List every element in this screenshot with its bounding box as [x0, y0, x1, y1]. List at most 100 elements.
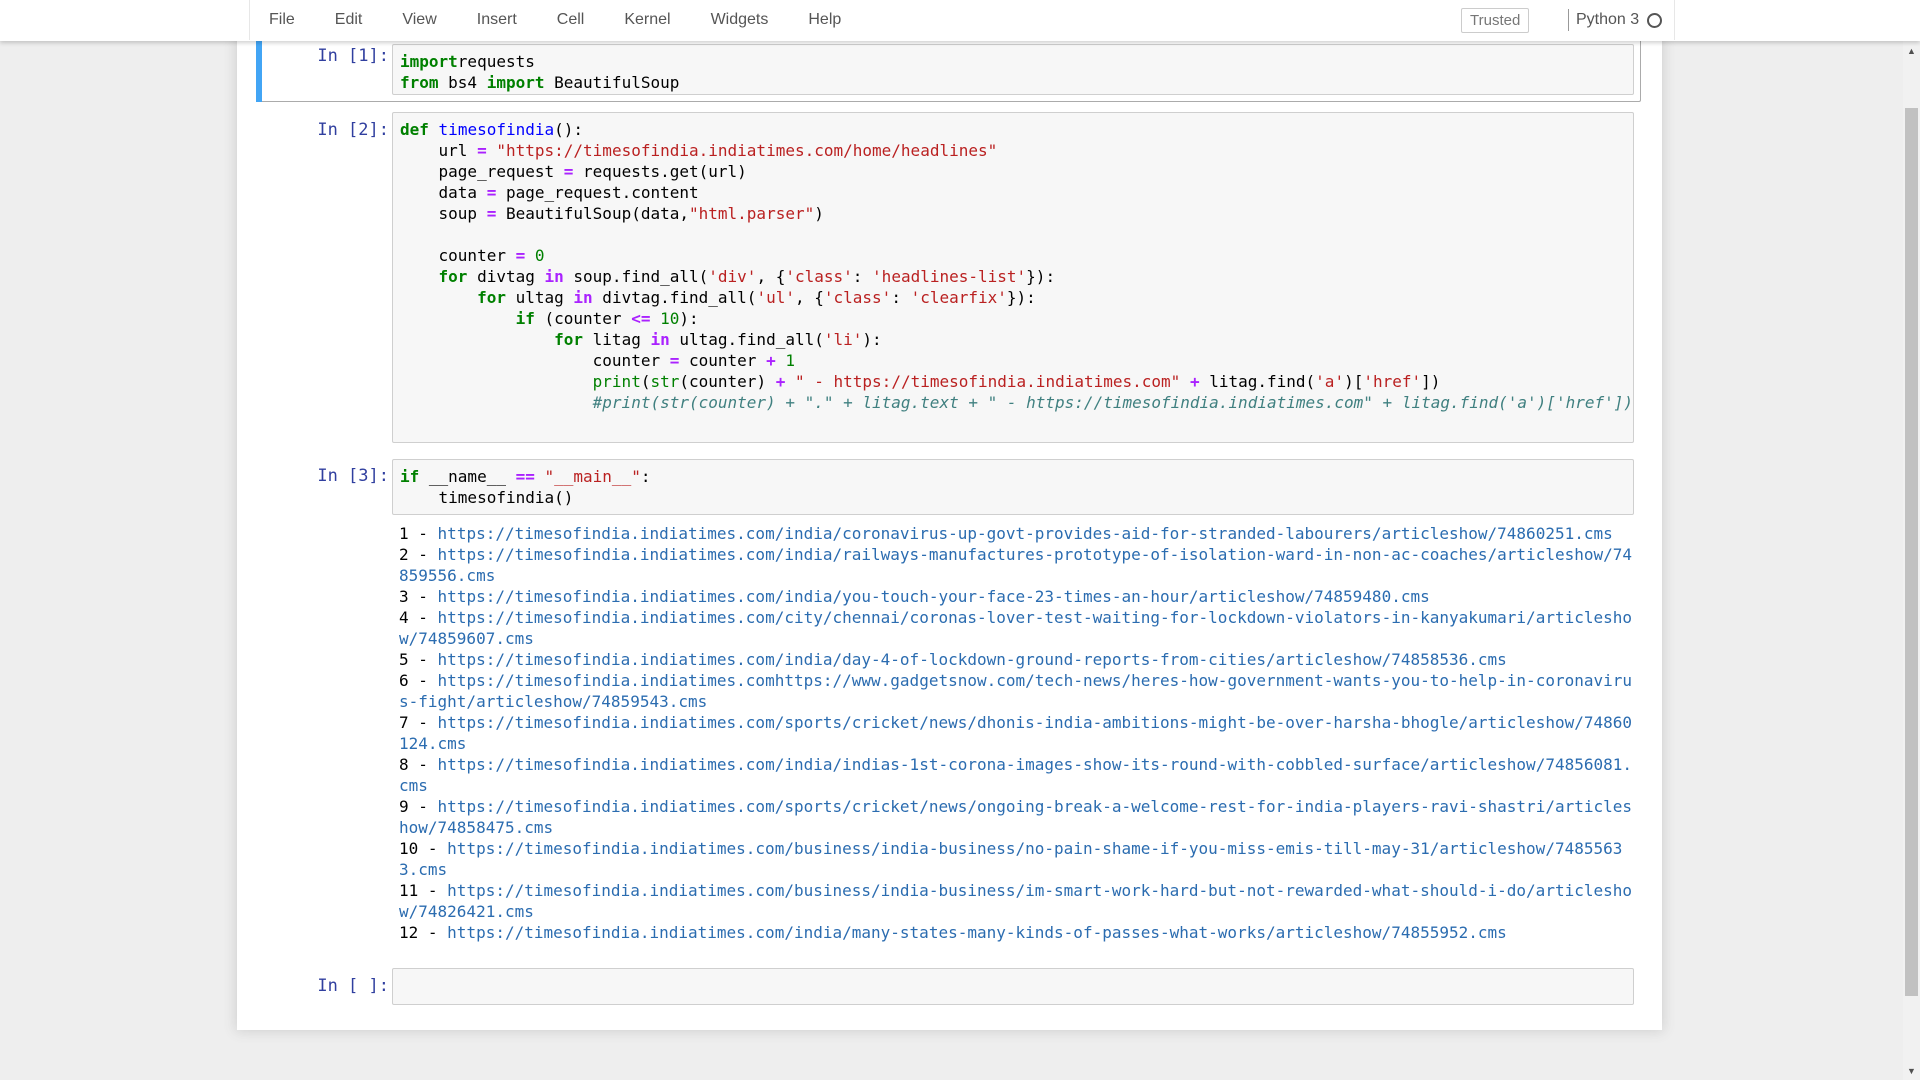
code-token: ultag.find_all( [669, 330, 824, 349]
scroll-up-arrow-icon[interactable]: ▲ [1903, 43, 1920, 60]
cell-1[interactable]: In [1]: importrequests from bs4 import Be… [256, 40, 1641, 102]
code-token: = [477, 141, 487, 160]
code-line: from bs4 import BeautifulSoup [400, 72, 1633, 93]
code-token: if [515, 309, 535, 328]
output-url: https://timesofindia.indiatimes.com/busi… [399, 839, 1623, 879]
code-token: divtag [467, 267, 545, 286]
code-token: import [486, 73, 545, 92]
code-token: litag.find( [1199, 372, 1316, 391]
code-token: (): [554, 120, 584, 139]
output-line: 1 - https://timesofindia.indiatimes.com/… [399, 524, 1613, 543]
code-token: "html.parser" [689, 204, 815, 223]
code-line: counter = 0 [400, 245, 1633, 266]
output-url: https://timesofindia.indiatimes.com/indi… [437, 587, 1430, 606]
cell-2-prompt: In [2]: [317, 120, 389, 140]
output-url: https://timesofindia.indiatimes.com/indi… [399, 755, 1633, 795]
output-line: 9 - https://timesofindia.indiatimes.com/… [399, 797, 1633, 837]
code-token: 'a' [1315, 372, 1345, 391]
output-url: https://timesofindia.indiatimes.com/indi… [437, 524, 1613, 543]
menu-help[interactable]: Help [788, 0, 861, 40]
code-token: soup [400, 204, 487, 223]
code-token: }): [1026, 267, 1056, 286]
code-token: + [1189, 372, 1200, 391]
code-token: requests [457, 52, 535, 71]
code-token: = [486, 204, 497, 223]
cell-3-prompt: In [3]: [317, 466, 389, 486]
code-token: == [515, 467, 535, 486]
code-token: 'class' [823, 288, 892, 307]
code-token: 10 [660, 309, 680, 328]
menu-widgets[interactable]: Widgets [691, 0, 789, 40]
cell-4[interactable]: In [ ]: [257, 968, 1642, 1006]
code-line: page_request = requests.get(url) [400, 161, 1633, 182]
output-url: https://timesofindia.indiatimes.com/indi… [437, 650, 1507, 669]
code-token: from [400, 73, 439, 92]
code-token: "https://timesofindia.indiatimes.com/hom… [496, 141, 998, 160]
vertical-scrollbar[interactable]: ▲ ▼ [1903, 41, 1920, 1080]
code-token: timesofindia [438, 120, 555, 139]
code-token: in [650, 330, 670, 349]
output-line: 3 - https://timesofindia.indiatimes.com/… [399, 587, 1430, 606]
output-counter: 10 [399, 839, 419, 858]
output-url: https://timesofindia.indiatimes.com/indi… [447, 923, 1507, 942]
output-url: https://timesofindia.indiatimes.com/spor… [399, 797, 1633, 837]
menu-view[interactable]: View [382, 0, 456, 40]
kernel-indicator[interactable]: Python 3 [1568, 9, 1663, 31]
code-token: = [563, 162, 574, 181]
notebook-container: In [1]: importrequests from bs4 import Be… [237, 0, 1662, 1030]
kernel-name: Python 3 [1576, 11, 1640, 28]
menu-cell[interactable]: Cell [537, 0, 605, 40]
cell-4-code-input[interactable] [392, 968, 1634, 1005]
code-line: data = page_request.content [400, 182, 1633, 203]
output-counter: 12 [399, 923, 419, 942]
code-token: 'ul' [756, 288, 795, 307]
cell-2-code-input[interactable]: def timesofindia(): url = "https://times… [392, 112, 1634, 443]
code-token: 1 [785, 351, 795, 370]
code-token: str [650, 372, 680, 391]
menubar-container: File Edit View Insert Cell Kernel Widget… [0, 0, 1920, 41]
code-token: counter [679, 351, 767, 370]
menu-insert[interactable]: Insert [457, 0, 537, 40]
cell-2[interactable]: In [2]: def timesofindia(): url = "https… [257, 112, 1642, 448]
code-line: url = "https://timesofindia.indiatimes.c… [400, 140, 1633, 161]
code-token: page_request.content [496, 183, 699, 202]
code-token: 'class' [785, 267, 853, 286]
output-line: 6 - https://timesofindia.indiatimes.comh… [399, 671, 1633, 711]
code-line: if (counter <= 10): [400, 308, 1633, 329]
cell-3[interactable]: In [3]: if __name__ == "__main__": times… [257, 459, 1642, 949]
code-line: importrequests [400, 51, 1633, 72]
scroll-down-arrow-icon[interactable]: ▼ [1903, 1063, 1920, 1080]
cell-3-output: 1 - https://timesofindia.indiatimes.com/… [392, 523, 1634, 943]
code-token: ): [862, 330, 882, 349]
trusted-indicator[interactable]: Trusted [1461, 8, 1530, 33]
code-token: url [400, 141, 478, 160]
code-token: __name__ [419, 467, 516, 486]
output-url: https://timesofindia.indiatimes.com/indi… [399, 545, 1633, 585]
code-line: for ultag in divtag.find_all('ul', {'cla… [400, 287, 1633, 308]
cell-1-code-input[interactable]: importrequests from bs4 import BeautifulS… [392, 44, 1634, 95]
code-line: for litag in ultag.find_all('li'): [400, 329, 1633, 350]
menu-file[interactable]: File [250, 0, 315, 40]
menu-edit[interactable]: Edit [315, 0, 383, 40]
cell-3-code-input[interactable]: if __name__ == "__main__": timesofindia(… [392, 459, 1634, 515]
code-token: def [400, 120, 429, 139]
output-url: https://timesofindia.indiatimes.com/city… [399, 608, 1633, 648]
code-token: ): [679, 309, 699, 328]
output-url: https://timesofindia.indiatimes.com/spor… [399, 713, 1633, 753]
scrollbar-thumb[interactable] [1905, 108, 1918, 996]
code-line: counter = counter + 1 [400, 350, 1633, 371]
cell-1-prompt: In [1]: [317, 46, 389, 66]
code-token: for [477, 288, 506, 307]
code-token: divtag.find_all( [592, 288, 757, 307]
code-token: (counter [534, 309, 632, 328]
code-token: }): [1006, 288, 1036, 307]
code-token: print [592, 372, 641, 391]
menu-kernel[interactable]: Kernel [604, 0, 690, 40]
code-token: soup.find_all( [563, 267, 709, 286]
